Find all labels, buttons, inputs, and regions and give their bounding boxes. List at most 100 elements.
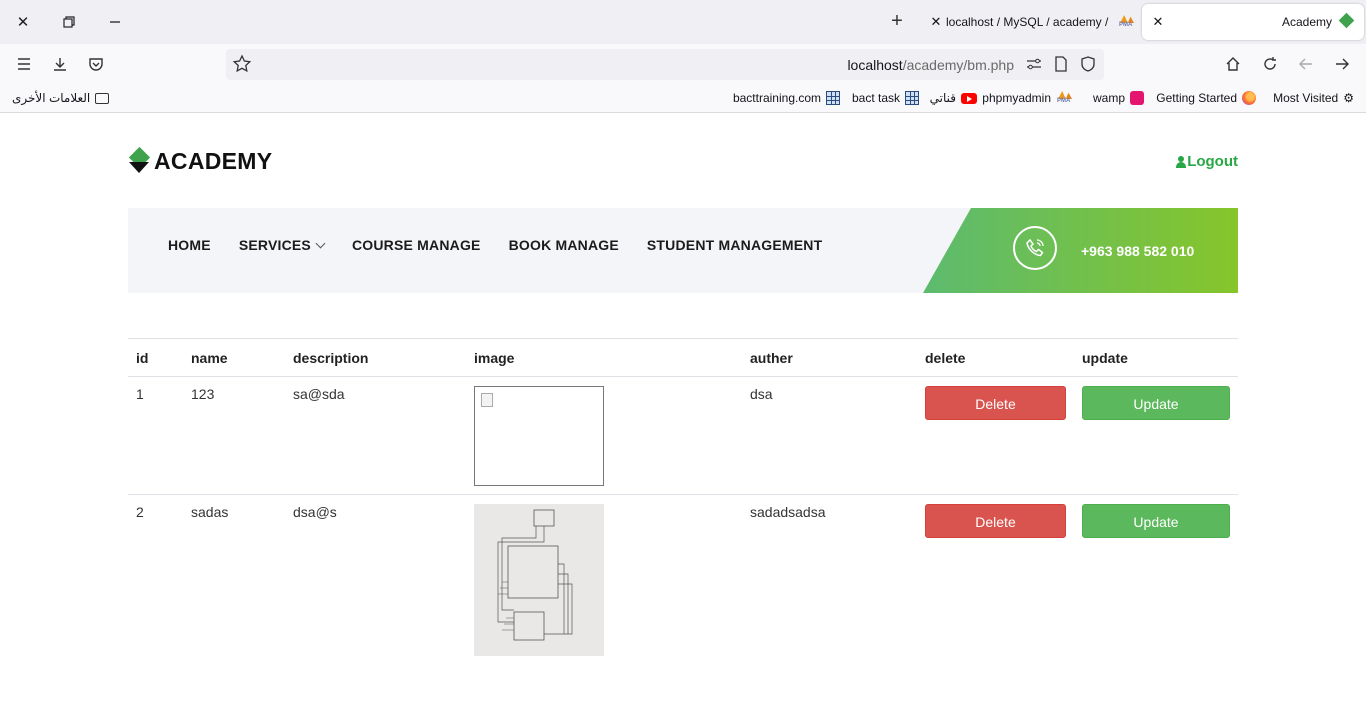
bookmark-label: phpmyadmin (982, 91, 1051, 105)
tab-label: Academy (1281, 15, 1332, 29)
other-bookmarks[interactable]: العلامات الأخرى (12, 91, 110, 105)
bookmark-label: Getting Started (1156, 91, 1237, 105)
close-tab-icon[interactable]: ✕ (926, 14, 946, 30)
cell-delete: Delete (917, 376, 1074, 495)
main-menu: HOME SERVICES COURSE MANAGE BOOK MANAGE … (168, 237, 850, 253)
pocket-icon[interactable] (85, 53, 107, 75)
logo-text: ACADEMY (154, 148, 273, 174)
url-text[interactable]: localhost/academy/bm.php (847, 57, 1014, 73)
folder-icon (95, 92, 110, 104)
delete-button[interactable]: Delete (925, 386, 1066, 420)
cell-delete: Delete (917, 495, 1074, 665)
cell-name: 123 (183, 376, 285, 495)
cell-description: sa@sda (285, 376, 466, 495)
menu-services-label: SERVICES (238, 237, 311, 253)
col-description: description (285, 338, 466, 377)
other-bookmarks-label: العلامات الأخرى (12, 91, 91, 105)
cell-update: Update (1074, 495, 1238, 665)
col-auther: auther (742, 338, 917, 377)
tab-label: localhost / MySQL / academy / (946, 15, 1109, 29)
cell-id: 2 (136, 504, 144, 520)
bookmark-label: bacttraining.com (732, 91, 821, 105)
academy-favicon-icon (1338, 14, 1354, 30)
update-button[interactable]: Update (1082, 386, 1230, 420)
bookmark-label: wamp (1092, 91, 1125, 105)
new-tab-button[interactable]: + (886, 10, 908, 32)
phone-banner: +963 988 582 010 (923, 208, 1238, 293)
home-icon[interactable] (1222, 53, 1244, 75)
phpmyadmin-icon (1118, 15, 1136, 29)
tab-academy[interactable]: ✕ Academy (1142, 4, 1364, 40)
bookmark-my-channel[interactable]: قناتي (930, 91, 977, 105)
col-image: image (466, 338, 742, 377)
bookmark-getting-started[interactable]: Getting Started (1156, 91, 1256, 105)
close-tab-icon[interactable]: ✕ (1148, 14, 1168, 30)
cell-image (466, 376, 742, 495)
download-icon[interactable] (49, 53, 71, 75)
bookmark-label: bact task (851, 91, 900, 105)
table-header-row: id name description image auther delete … (128, 338, 1238, 377)
gear-icon: ⚙ (1343, 91, 1354, 105)
table-row: 1 123 sa@sda dsa Delete Update (128, 376, 1238, 495)
forward-icon[interactable] (1331, 53, 1353, 75)
permissions-icon[interactable] (1026, 57, 1042, 76)
bookmark-phpmyadmin[interactable]: phpmyadmin (982, 91, 1074, 105)
update-button[interactable]: Update (1082, 504, 1230, 538)
table-row: 2 sadas dsa@s sadadsadsa Delete Update (128, 495, 1238, 665)
logout-link[interactable]: Logout (1176, 153, 1238, 170)
menu-icon[interactable] (13, 53, 35, 75)
grid-icon (826, 91, 840, 105)
cell-description: dsa@s (293, 504, 337, 520)
bookmark-bact-task[interactable]: bact task (852, 91, 919, 105)
back-icon[interactable] (1295, 53, 1317, 75)
main-menu-bar: HOME SERVICES COURSE MANAGE BOOK MANAGE … (128, 208, 1238, 293)
col-id: id (128, 338, 183, 377)
reload-icon[interactable] (1259, 53, 1281, 75)
cell-auther: dsa (742, 376, 917, 495)
menu-home[interactable]: HOME (168, 237, 211, 253)
circuit-sketch-image (474, 504, 604, 656)
phone-number[interactable]: +963 988 582 010 (1081, 243, 1194, 259)
bookmark-bacttraining[interactable]: bacttraining.com (733, 91, 840, 105)
menu-services[interactable]: SERVICES (238, 237, 326, 253)
phpmyadmin-icon (1056, 91, 1074, 105)
user-icon (1176, 155, 1187, 168)
cell-image (466, 495, 742, 665)
tab-phpmyadmin[interactable]: ✕ localhost / MySQL / academy / (926, 4, 1136, 40)
page-info-icon[interactable] (1054, 56, 1068, 77)
address-bar[interactable]: localhost/academy/bm.php (226, 49, 1104, 80)
academy-logo-icon (128, 146, 151, 175)
window-minimize-icon[interactable] (104, 11, 126, 33)
shield-icon[interactable] (1080, 56, 1096, 77)
delete-button[interactable]: Delete (925, 504, 1066, 538)
logout-label: Logout (1187, 153, 1238, 170)
grid-icon (905, 91, 919, 105)
bookmark-label: قناتي (929, 91, 956, 105)
url-host: localhost (847, 57, 903, 73)
menu-book-manage[interactable]: BOOK MANAGE (509, 237, 619, 253)
books-table: id name description image auther delete … (128, 338, 1238, 664)
firefox-icon (1242, 91, 1256, 105)
youtube-icon (961, 92, 977, 104)
window-restore-icon[interactable] (58, 11, 80, 33)
bookmark-star-icon[interactable] (232, 54, 252, 79)
chevron-down-icon (315, 238, 326, 248)
bookmark-label: Most Visited (1273, 91, 1339, 105)
cell-auther: sadadsadsa (750, 504, 826, 520)
cell-id: 1 (128, 376, 183, 495)
col-delete: delete (917, 338, 1074, 377)
bookmarks-toolbar: Most Visited ⚙ Getting Started wamp phpm… (0, 84, 1366, 113)
bookmark-most-visited[interactable]: Most Visited ⚙ (1273, 91, 1354, 105)
phone-icon (1013, 226, 1057, 270)
url-path: /academy/bm.php (902, 57, 1014, 73)
cell-update: Update (1074, 376, 1238, 495)
bookmark-wamp[interactable]: wamp (1093, 91, 1144, 105)
site-logo[interactable]: ACADEMY (128, 146, 273, 175)
tab-bar: ✕ + ✕ localhost / MySQL / academy / ✕ Ac… (0, 0, 1366, 44)
col-name: name (183, 338, 285, 377)
window-close-icon[interactable]: ✕ (12, 11, 34, 33)
menu-course-manage[interactable]: COURSE MANAGE (352, 237, 481, 253)
col-update: update (1074, 338, 1238, 377)
menu-student-management[interactable]: STUDENT MANAGEMENT (647, 237, 822, 253)
wamp-icon (1130, 91, 1144, 105)
